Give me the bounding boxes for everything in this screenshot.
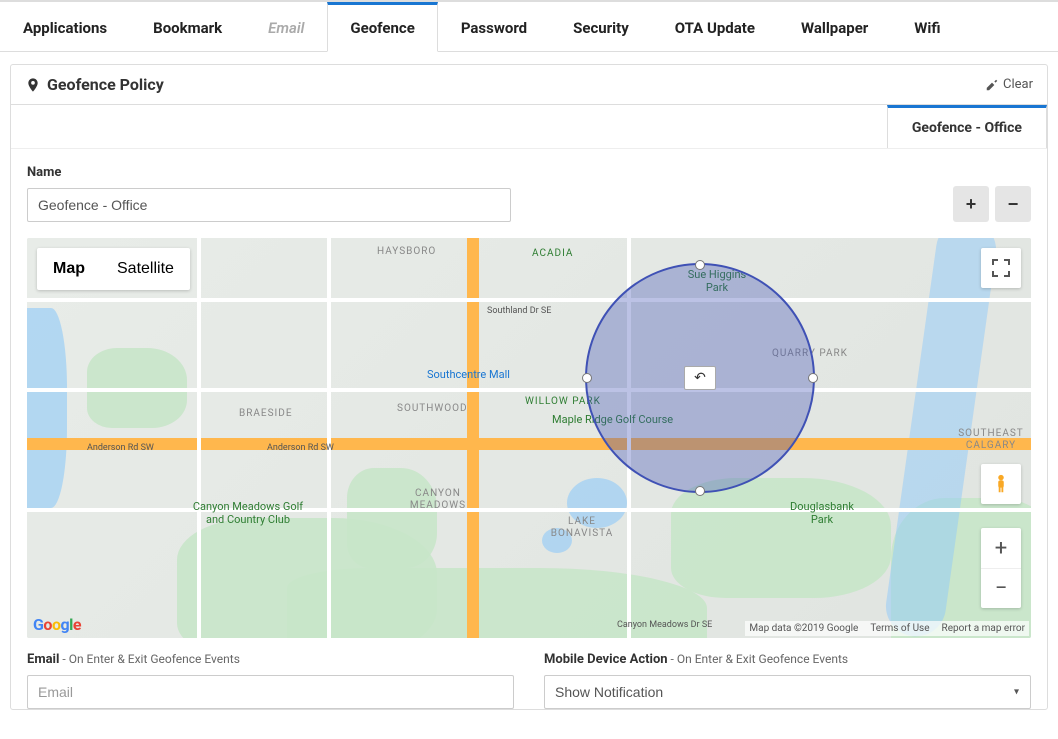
remove-geofence-button[interactable]: − <box>995 186 1031 222</box>
geofence-handle-bottom[interactable] <box>695 486 705 496</box>
zoom-in-button[interactable]: + <box>981 528 1021 568</box>
name-label: Name <box>27 165 511 180</box>
tab-bookmark[interactable]: Bookmark <box>130 2 245 51</box>
panel-header: Geofence Policy Clear <box>11 65 1047 105</box>
tab-applications[interactable]: Applications <box>0 2 130 51</box>
fullscreen-button[interactable] <box>981 248 1021 288</box>
map-poi: Canyon Meadows Golf and Country Club <box>183 500 313 526</box>
action-label: Mobile Device Action - On Enter & Exit G… <box>544 652 1031 667</box>
map-label: ACADIA <box>532 248 573 260</box>
add-geofence-button[interactable]: + <box>953 186 989 222</box>
map-label: LAKE BONAVISTA <box>547 516 617 540</box>
map-label: CANYON MEADOWS <box>403 488 473 512</box>
form-area: Name + − HAYSBORO ACADIA BRAESIDE <box>11 149 1047 709</box>
map-road-label: Anderson Rd SW <box>87 443 154 454</box>
clear-icon <box>985 78 999 92</box>
action-select[interactable]: Show Notification <box>544 675 1031 709</box>
panel-title: Geofence Policy <box>25 75 164 94</box>
geofence-circle[interactable]: ↶ <box>585 263 815 493</box>
map-road-label: Canyon Meadows Dr SE <box>617 620 712 631</box>
subtabs: Geofence - Office <box>11 105 1047 149</box>
zoom-control: + − <box>981 528 1021 608</box>
map-label: BRAESIDE <box>239 408 293 420</box>
panel-title-text: Geofence Policy <box>47 75 164 94</box>
main-tabs: Applications Bookmark Email Geofence Pas… <box>0 2 1058 52</box>
map-label: SOUTHWOOD <box>397 403 468 415</box>
map-report-link[interactable]: Report a map error <box>942 623 1025 634</box>
email-label: Email - On Enter & Exit Geofence Events <box>27 652 514 667</box>
map-label: SOUTHEAST CALGARY <box>951 428 1031 452</box>
map-attribution: Map data ©2019 Google <box>749 623 858 634</box>
tab-geofence[interactable]: Geofence <box>327 2 437 52</box>
map-terms-link[interactable]: Terms of Use <box>870 623 929 634</box>
pin-icon <box>25 76 41 94</box>
tab-password[interactable]: Password <box>438 2 550 51</box>
name-input[interactable] <box>27 188 511 222</box>
subtab-geofence-office[interactable]: Geofence - Office <box>887 105 1047 148</box>
email-input[interactable] <box>27 675 514 709</box>
pegman-icon <box>990 473 1012 495</box>
map[interactable]: HAYSBORO ACADIA BRAESIDE SOUTHWOOD WILLO… <box>27 238 1031 638</box>
map-footer: Map data ©2019 Google Terms of Use Repor… <box>745 621 1029 636</box>
streetview-pegman[interactable] <box>981 464 1021 504</box>
geofence-panel: Geofence Policy Clear Geofence - Office … <box>10 64 1048 710</box>
map-road-label: Anderson Rd SW <box>267 443 334 454</box>
google-logo: Google <box>33 615 81 634</box>
zoom-out-button[interactable]: − <box>981 568 1021 608</box>
tab-security[interactable]: Security <box>550 2 652 51</box>
tab-wifi[interactable]: Wifi <box>891 2 963 51</box>
geofence-handle-top[interactable] <box>695 260 705 270</box>
geofence-handle-right[interactable] <box>808 373 818 383</box>
map-type-satellite[interactable]: Satellite <box>101 248 190 290</box>
clear-button[interactable]: Clear <box>985 77 1033 92</box>
geofence-center-marker[interactable]: ↶ <box>684 366 716 390</box>
tab-ota-update[interactable]: OTA Update <box>652 2 778 51</box>
map-type-toggle: Map Satellite <box>37 248 190 290</box>
clear-label: Clear <box>1003 77 1033 92</box>
map-label: HAYSBORO <box>377 246 436 258</box>
map-road-label: Southland Dr SE <box>487 306 551 317</box>
tab-email: Email <box>245 2 327 51</box>
tab-wallpaper[interactable]: Wallpaper <box>778 2 891 51</box>
map-poi: Douglasbank Park <box>787 500 857 526</box>
map-poi: Southcentre Mall <box>427 368 510 381</box>
geofence-handle-left[interactable] <box>582 373 592 383</box>
map-type-map[interactable]: Map <box>37 248 101 290</box>
